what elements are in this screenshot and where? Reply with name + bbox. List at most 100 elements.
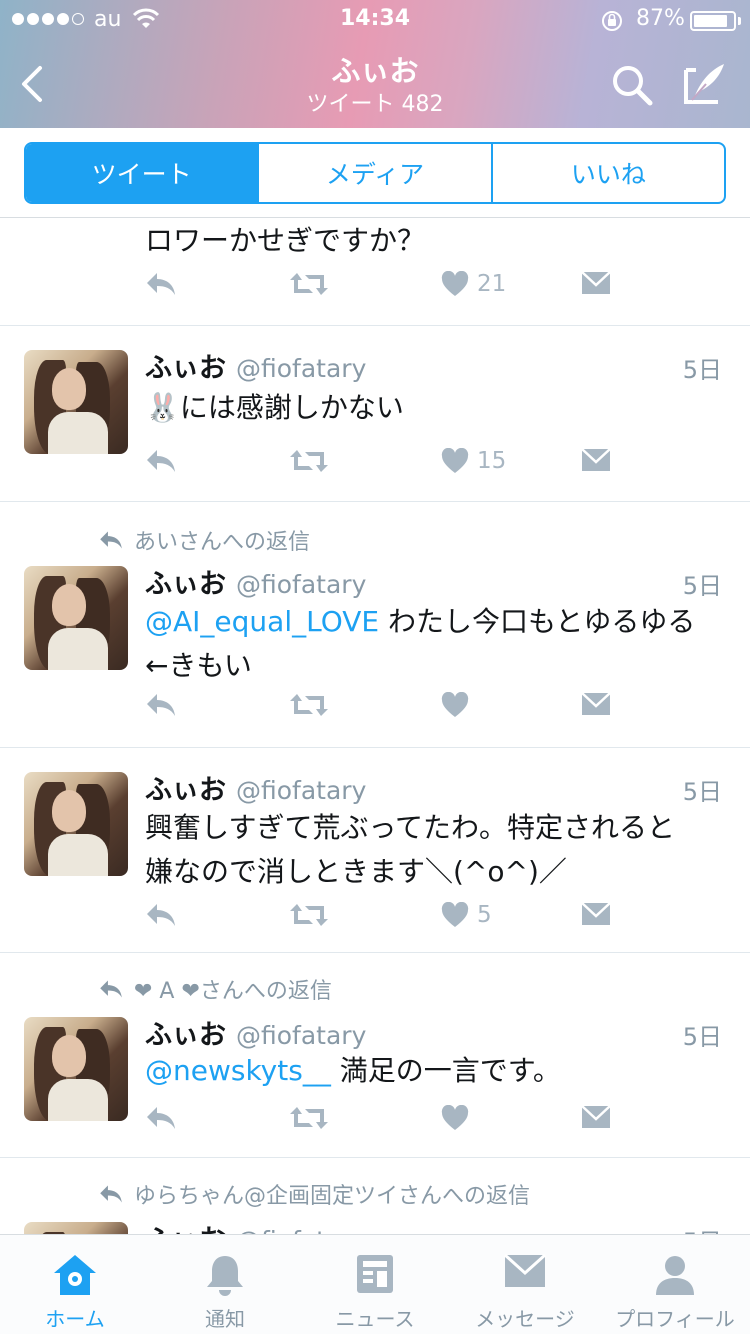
heart-icon bbox=[441, 448, 469, 473]
retweet-icon bbox=[290, 904, 328, 926]
author-handle[interactable]: @fiofatary bbox=[236, 1021, 366, 1050]
author-handle[interactable]: @fiofatary bbox=[236, 354, 366, 383]
tweet-item[interactable]: ふぃお @fiofatary 5日 🐰には感謝しかない 15 bbox=[0, 326, 750, 502]
reply-button[interactable] bbox=[145, 1105, 177, 1131]
tab-profile[interactable]: プロフィール bbox=[600, 1235, 750, 1334]
compose-tweet-icon[interactable] bbox=[682, 60, 728, 106]
avatar[interactable] bbox=[24, 1017, 128, 1121]
like-button[interactable]: 21 bbox=[441, 271, 506, 297]
tweet-text: 興奮しすぎて荒ぶってたわ。特定されると 嫌なので消しときます＼(^o^)／ bbox=[145, 811, 676, 888]
author-handle[interactable]: @fiofatary bbox=[236, 776, 366, 805]
author-name[interactable]: ふぃお bbox=[145, 346, 226, 385]
envelope-icon bbox=[581, 448, 611, 471]
tweet-actions bbox=[145, 692, 625, 732]
tab-news[interactable]: ニュース bbox=[300, 1235, 450, 1334]
direct-message-button[interactable] bbox=[581, 271, 611, 295]
reply-indicator-icon bbox=[100, 980, 122, 998]
author-handle[interactable]: @fiofatary bbox=[236, 570, 366, 599]
reply-icon bbox=[147, 273, 175, 295]
reply-button[interactable] bbox=[145, 692, 177, 718]
rotation-lock-icon bbox=[602, 11, 622, 31]
like-count: 5 bbox=[477, 902, 492, 928]
tweet-item[interactable]: ふぃお @fiofatary 5日 興奮しすぎて荒ぶってたわ。特定されると 嫌なの… bbox=[0, 748, 750, 953]
like-count: 21 bbox=[477, 271, 507, 297]
tweet-item[interactable]: あいさんへの返信 ふぃお @fiofatary 5日 @AI_equal_LOV… bbox=[0, 502, 750, 748]
like-button[interactable]: 15 bbox=[441, 448, 506, 474]
retweet-button[interactable] bbox=[289, 692, 329, 718]
tweet-actions: 21 bbox=[145, 271, 625, 311]
retweet-button[interactable] bbox=[289, 271, 329, 297]
battery-icon bbox=[690, 11, 736, 31]
tab-notifications[interactable]: 通知 bbox=[150, 1235, 300, 1334]
tweet-item[interactable]: ゆらちゃん@企画固定ツイさんへの返信 ふぃお @fiofatary 5日 bbox=[0, 1158, 750, 1234]
tweet-text: @AI_equal_LOVE わたし今口もとゆるゆる ←きもい bbox=[145, 605, 696, 682]
heart-icon bbox=[441, 271, 469, 296]
envelope-icon bbox=[581, 692, 611, 715]
author-name[interactable]: ふぃお bbox=[145, 1218, 226, 1234]
direct-message-button[interactable] bbox=[581, 692, 611, 716]
avatar[interactable] bbox=[24, 566, 128, 670]
direct-message-button[interactable] bbox=[581, 902, 611, 926]
reply-button[interactable] bbox=[145, 271, 177, 297]
tweet-actions: 5 bbox=[145, 902, 625, 942]
tweet-date: 5日 bbox=[682, 778, 722, 806]
rabbit-emoji: 🐰 bbox=[145, 391, 180, 424]
heart-icon bbox=[441, 902, 469, 927]
author-name[interactable]: ふぃお bbox=[145, 562, 226, 601]
tweet-item[interactable]: ❤ A ❤さんへの返信 ふぃお @fiofatary 5日 @newskyts_… bbox=[0, 953, 750, 1158]
retweet-icon bbox=[290, 1107, 328, 1129]
author-name[interactable]: ふぃお bbox=[145, 1013, 226, 1052]
like-button[interactable] bbox=[441, 692, 469, 718]
reply-context[interactable]: ❤ A ❤さんへの返信 bbox=[98, 973, 332, 1005]
avatar[interactable] bbox=[24, 772, 128, 876]
tab-messages[interactable]: メッセージ bbox=[450, 1235, 600, 1334]
reply-button[interactable] bbox=[145, 902, 177, 928]
avatar[interactable] bbox=[24, 1222, 128, 1234]
heart-icon bbox=[441, 692, 469, 717]
search-icon[interactable] bbox=[608, 62, 656, 108]
mention-link[interactable]: @AI_equal_LOVE bbox=[145, 605, 379, 638]
envelope-icon bbox=[581, 271, 611, 294]
status-bar: au 14:34 87% bbox=[0, 0, 750, 40]
profile-header: au 14:34 87% ふぃお ツイート 482 bbox=[0, 0, 750, 128]
tab-likes[interactable]: いいね bbox=[493, 144, 724, 202]
retweet-button[interactable] bbox=[289, 448, 329, 474]
retweet-button[interactable] bbox=[289, 902, 329, 928]
reply-button[interactable] bbox=[145, 448, 177, 474]
direct-message-button[interactable] bbox=[581, 1105, 611, 1129]
tweet-actions bbox=[145, 1105, 625, 1145]
tweet-text: ロワーかせぎですか？ bbox=[145, 224, 426, 257]
mention-link[interactable]: @newskyts__ bbox=[145, 1054, 331, 1087]
tweet-date: 5日 bbox=[682, 1023, 722, 1051]
tweet-text: @newskyts__ 満足の一言です。 bbox=[145, 1054, 561, 1087]
like-button[interactable] bbox=[441, 1105, 469, 1131]
envelope-icon bbox=[581, 902, 611, 925]
direct-message-button[interactable] bbox=[581, 448, 611, 472]
retweet-button[interactable] bbox=[289, 1105, 329, 1131]
home-icon bbox=[54, 1255, 96, 1295]
tab-home[interactable]: ホーム bbox=[0, 1235, 150, 1334]
reply-indicator-icon bbox=[100, 531, 122, 549]
like-button[interactable]: 5 bbox=[441, 902, 492, 928]
news-icon bbox=[357, 1255, 393, 1293]
heart-icon bbox=[441, 1105, 469, 1130]
reply-icon bbox=[147, 904, 175, 926]
battery-percent: 87% bbox=[636, 6, 685, 31]
like-count: 15 bbox=[477, 448, 507, 474]
tab-segment-bar: ツイート メディア いいね bbox=[0, 128, 750, 218]
reply-indicator-icon bbox=[100, 1185, 122, 1203]
reply-icon bbox=[147, 694, 175, 716]
timeline[interactable]: ロワーかせぎですか？ 21 ふぃお @fiofatary 5日 � bbox=[0, 219, 750, 1234]
reply-icon bbox=[147, 450, 175, 472]
tab-media[interactable]: メディア bbox=[259, 144, 493, 202]
reply-context[interactable]: あいさんへの返信 bbox=[98, 524, 310, 556]
envelope-icon bbox=[581, 1105, 611, 1128]
retweet-icon bbox=[290, 450, 328, 472]
avatar[interactable] bbox=[24, 350, 128, 454]
reply-context[interactable]: ゆらちゃん@企画固定ツイさんへの返信 bbox=[98, 1178, 530, 1210]
tweet-item[interactable]: ロワーかせぎですか？ 21 bbox=[0, 219, 750, 326]
tab-tweets[interactable]: ツイート bbox=[26, 144, 260, 202]
envelope-icon bbox=[503, 1253, 547, 1287]
author-name[interactable]: ふぃお bbox=[145, 768, 226, 807]
author-handle[interactable]: @fiofatary bbox=[236, 1226, 366, 1234]
